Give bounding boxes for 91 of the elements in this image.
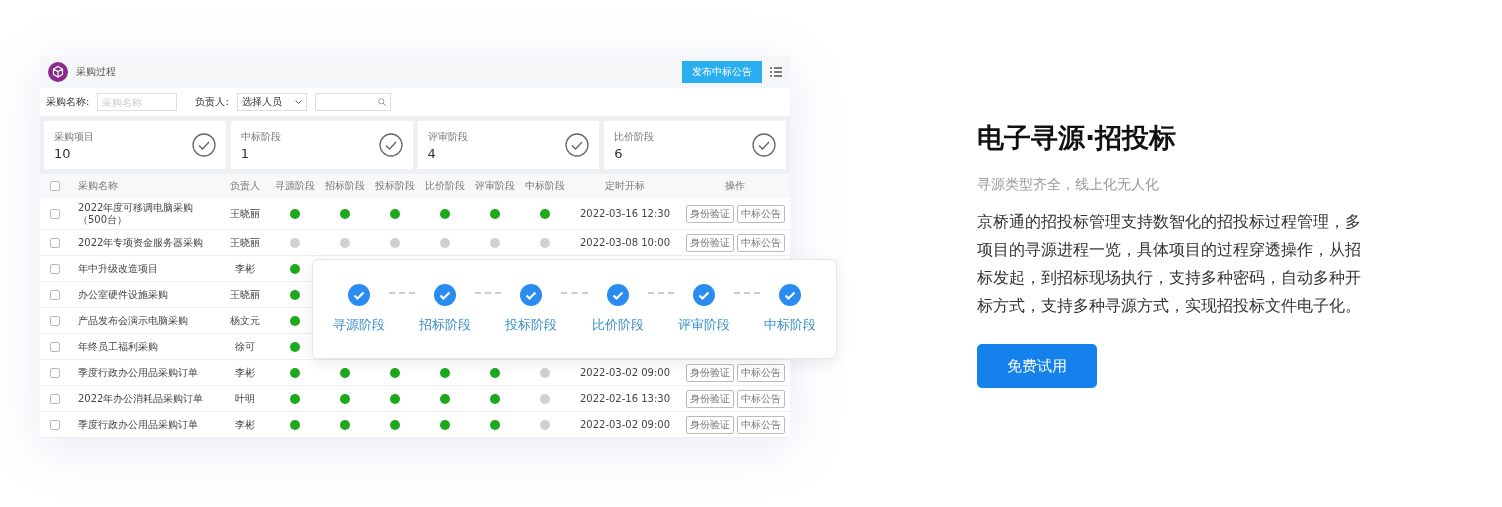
action-button[interactable]: 身份验证 bbox=[685, 415, 734, 434]
table-cell: 王晓丽 bbox=[230, 206, 260, 221]
step-label: 评审阶段 bbox=[677, 316, 730, 334]
table-cell: 叶明 bbox=[235, 391, 255, 406]
table-cell-text: 年终员工福利采购 bbox=[78, 340, 159, 353]
action-button[interactable]: 中标公告 bbox=[736, 233, 785, 252]
check-icon bbox=[348, 284, 370, 306]
menu-icon[interactable] bbox=[770, 67, 782, 77]
table-cell: 李彬 bbox=[235, 417, 255, 432]
column-header: 定时开标 bbox=[605, 179, 645, 193]
table-cell-text: 年中升级改造项目 bbox=[78, 262, 159, 275]
table-cell: 李彬 bbox=[235, 261, 255, 276]
cube-logo-icon bbox=[48, 62, 68, 82]
table-cell-text: 季度行政办公用品采购订单 bbox=[78, 418, 199, 431]
table-cell-text: 2022年度可移调电脑采购（500台） bbox=[78, 201, 195, 226]
step-label: 投标阶段 bbox=[505, 316, 558, 334]
publish-button[interactable]: 发布中标公告 bbox=[682, 61, 762, 83]
checkbox[interactable] bbox=[50, 315, 60, 326]
step-label: 比价阶段 bbox=[591, 316, 644, 334]
stat-value: 10 bbox=[54, 145, 72, 161]
stat-label: 中标阶段 bbox=[240, 129, 281, 144]
check-icon bbox=[779, 284, 801, 306]
feature-subtitle: 寻源类型齐全，线上化无人化 bbox=[977, 176, 1160, 194]
column-header: 招标阶段 bbox=[325, 179, 365, 193]
table-cell-text: 产品发布会演示电脑采购 bbox=[78, 314, 189, 327]
stat-label: 评审阶段 bbox=[427, 129, 468, 144]
check-circle-icon bbox=[191, 133, 216, 157]
checkbox[interactable] bbox=[50, 208, 60, 219]
stat-value: 6 bbox=[614, 145, 624, 161]
action-button[interactable]: 身份验证 bbox=[685, 204, 734, 223]
check-circle-icon bbox=[565, 133, 590, 157]
table-cell-text: 2022年专项资金服务器采购 bbox=[78, 236, 205, 249]
check-icon bbox=[692, 284, 715, 306]
table-cell: 徐可 bbox=[235, 339, 255, 354]
stat-value: 1 bbox=[240, 145, 251, 161]
checkbox[interactable] bbox=[50, 263, 60, 274]
table-cell: 2022-03-08 10:00 bbox=[579, 237, 671, 248]
check-circle-icon bbox=[752, 133, 776, 157]
action-button[interactable]: 中标公告 bbox=[736, 204, 785, 223]
column-header: 寻源阶段 bbox=[275, 179, 315, 193]
checkbox[interactable] bbox=[50, 419, 60, 430]
table-cell-text: 办公室硬件设施采购 bbox=[78, 288, 169, 301]
table-cell: 王晓丽 bbox=[230, 287, 260, 302]
table-cell: 2022-02-16 13:30 bbox=[579, 393, 671, 404]
field-label: 负责人: bbox=[195, 95, 229, 109]
table-cell: 王晓丽 bbox=[230, 235, 260, 250]
table-cell-text: 2022年办公消耗品采购订单 bbox=[78, 392, 205, 405]
column-header: 负责人 bbox=[230, 179, 260, 193]
column-header: 操作 bbox=[725, 179, 745, 193]
free-trial-button[interactable]: 免费试用 bbox=[977, 344, 1097, 388]
stat-label: 采购项目 bbox=[54, 129, 94, 144]
search-field[interactable] bbox=[314, 93, 391, 111]
table-cell: 2022-03-16 12:30 bbox=[579, 208, 671, 219]
checkbox[interactable] bbox=[50, 181, 60, 191]
step-label: 寻源阶段 bbox=[333, 316, 385, 334]
table-cell: 2022-03-02 09:00 bbox=[579, 419, 671, 430]
checkbox[interactable] bbox=[50, 367, 60, 378]
feature-description: 京桥通的招投标管理支持数智化的招投标过程管理，多项目的寻源进程一览，具体项目的过程穿透操作，从招标发起，到招标现场执行，支持多种密码，自动多种开标方式，支持多种寻源方式，实现招投标文件电子化。 bbox=[977, 211, 1362, 317]
step-label: 中标阶段 bbox=[764, 316, 816, 334]
action-button[interactable]: 中标公告 bbox=[736, 389, 785, 408]
checkbox[interactable] bbox=[50, 341, 60, 352]
checkbox[interactable] bbox=[50, 289, 60, 300]
action-button[interactable]: 中标公告 bbox=[736, 363, 785, 382]
column-header: 比价阶段 bbox=[425, 179, 465, 193]
action-button[interactable]: 中标公告 bbox=[736, 415, 785, 434]
stat-value: 4 bbox=[427, 145, 437, 161]
search-icon bbox=[377, 98, 386, 106]
column-header: 投标阶段 bbox=[375, 179, 415, 193]
step-label: 招标阶段 bbox=[419, 316, 472, 334]
page-title: 采购过程 bbox=[76, 65, 117, 79]
table-cell: 2022-03-02 09:00 bbox=[579, 367, 671, 378]
column-header: 采购名称 bbox=[78, 179, 118, 193]
checkbox[interactable] bbox=[50, 237, 60, 248]
table-cell: 李彬 bbox=[235, 365, 255, 380]
action-button[interactable]: 身份验证 bbox=[685, 363, 734, 382]
action-button[interactable]: 身份验证 bbox=[685, 389, 734, 408]
caret-icon bbox=[294, 99, 302, 105]
table-cell: 杨文元 bbox=[230, 313, 260, 328]
feature-title: 电子寻源·招投标 bbox=[977, 121, 1178, 155]
action-button[interactable]: 身份验证 bbox=[685, 233, 734, 252]
check-icon bbox=[606, 284, 629, 306]
field-label: 采购名称: bbox=[46, 95, 90, 109]
stat-label: 比价阶段 bbox=[614, 129, 655, 144]
check-circle-icon bbox=[378, 133, 403, 157]
check-icon bbox=[434, 284, 457, 306]
checkbox[interactable] bbox=[50, 393, 60, 404]
table-cell-text: 季度行政办公用品采购订单 bbox=[78, 366, 199, 379]
column-header: 评审阶段 bbox=[475, 179, 515, 193]
check-icon bbox=[520, 284, 543, 306]
column-header: 中标阶段 bbox=[525, 179, 565, 193]
owner-select[interactable]: 选择人员 bbox=[236, 93, 307, 111]
